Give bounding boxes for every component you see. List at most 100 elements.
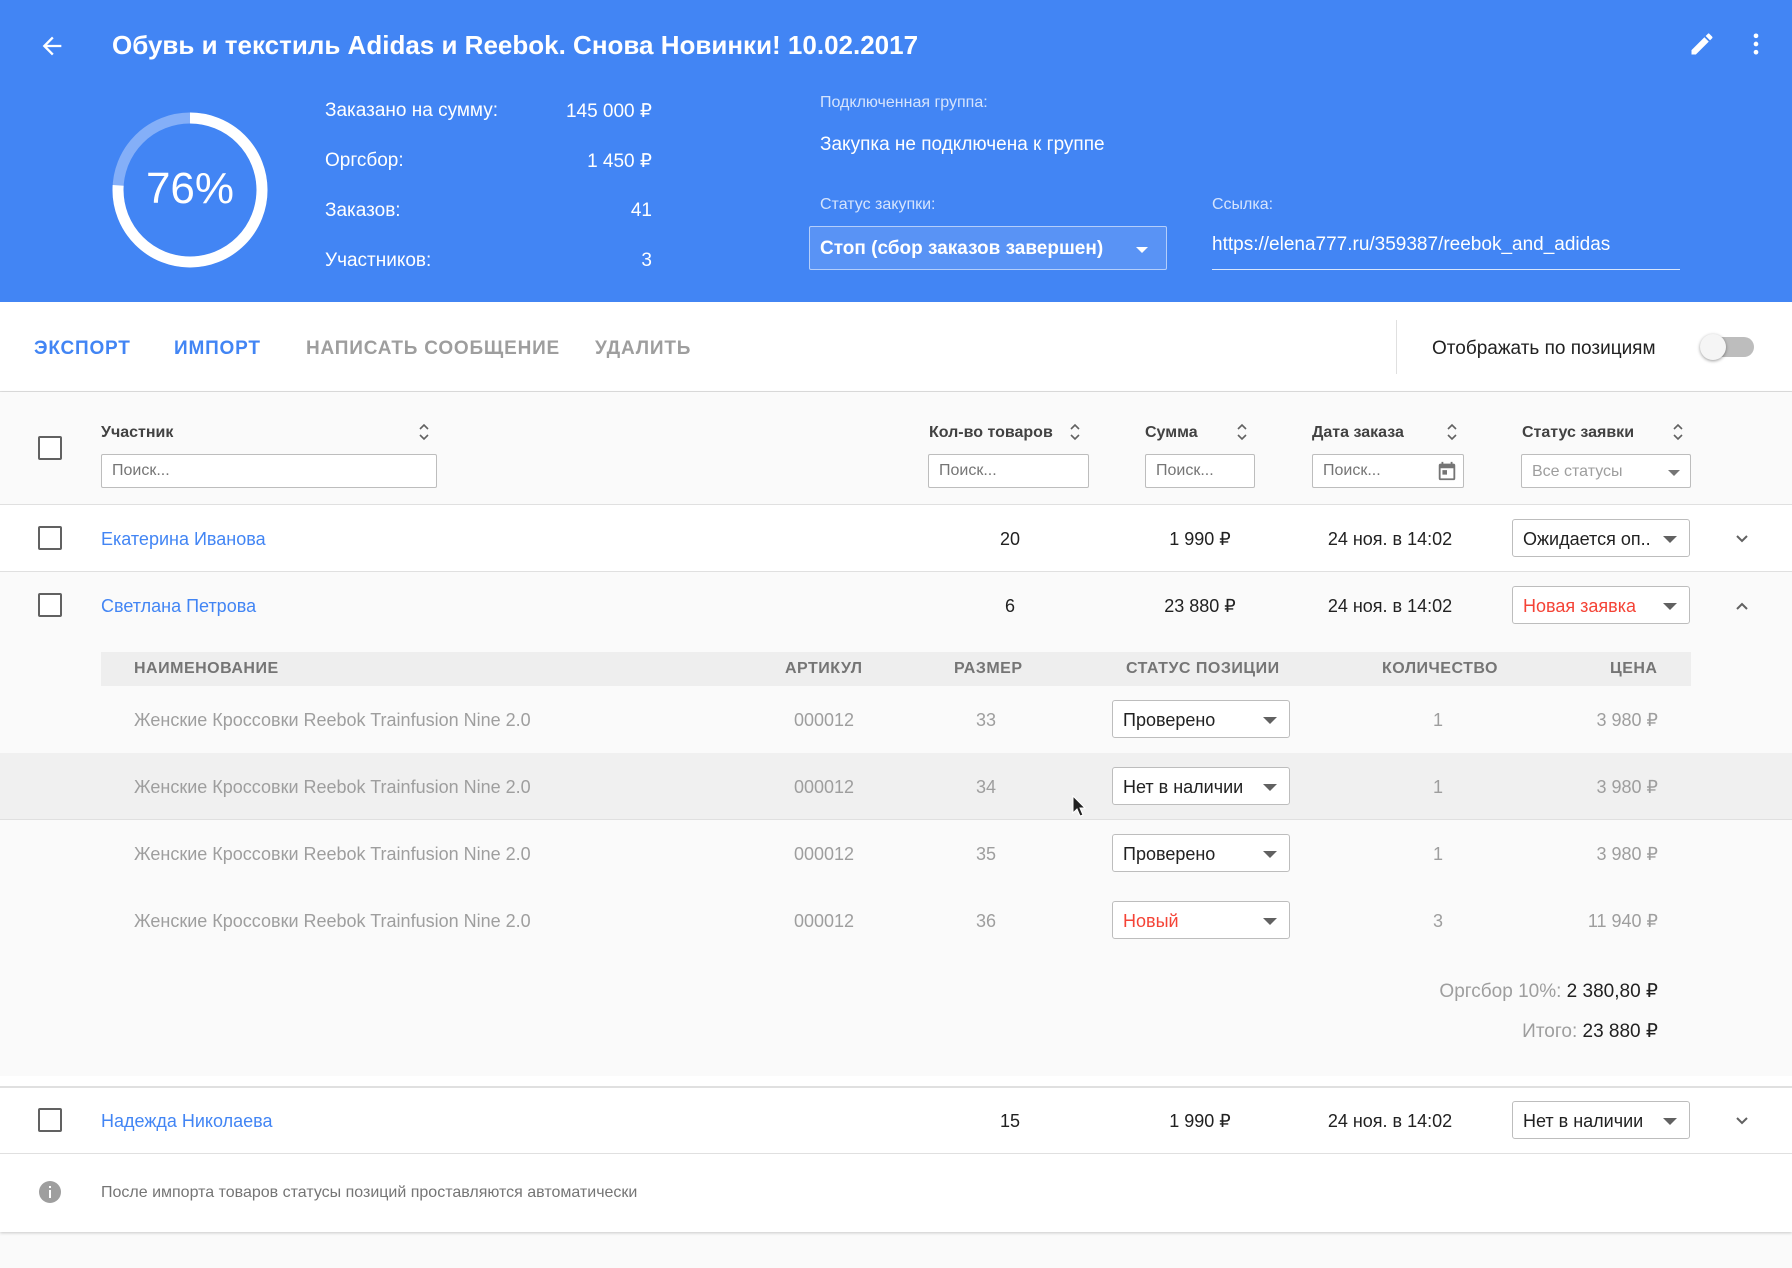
link-caption: Ссылка: [1212,196,1274,213]
chevron-up-icon[interactable] [1730,594,1754,618]
table-row[interactable]: Екатерина Иванова 20 1 990 ₽ 24 ноя. в 1… [0,504,1792,571]
total-value: 23 880 ₽ [1582,1021,1658,1042]
position-size: 36 [975,911,997,931]
write-message-button[interactable]: НАПИСАТЬ СООБЩЕНИЕ [306,338,560,360]
position-row[interactable]: Женские Кроссовки Reebok Trainfusion Nin… [0,686,1792,753]
dropdown-arrow-icon [1263,918,1277,925]
order-status-select[interactable]: Ожидается оп.. [1512,519,1690,557]
sub-header-price: ЦЕНА [1610,660,1658,677]
position-row[interactable]: Женские Кроссовки Reebok Trainfusion Nin… [0,820,1792,887]
dropdown-arrow-icon [1668,470,1680,476]
qty-search-input[interactable] [928,454,1089,488]
position-status-select[interactable]: Проверено [1112,834,1290,872]
chevron-down-icon[interactable] [1730,1109,1754,1133]
sub-header-article: АРТИКУЛ [785,660,863,677]
sort-icon[interactable] [418,422,430,442]
sub-header-status: СТАТУС ПОЗИЦИИ [1126,660,1280,677]
progress-percent: 76% [145,164,235,213]
mouse-cursor-icon [1072,795,1086,817]
stat-value-orders: 41 [630,200,652,221]
order-status-select[interactable]: Новая заявка [1512,586,1690,624]
sort-icon[interactable] [1672,422,1684,442]
position-count: 1 [1432,777,1443,797]
position-price: 11 940 ₽ [1587,911,1658,931]
row-checkbox[interactable] [38,1108,62,1132]
more-vert-icon[interactable] [1742,30,1770,58]
position-price: 3 980 ₽ [1596,710,1659,730]
toggle-knob [1700,334,1726,360]
position-status-select[interactable]: Проверено [1112,700,1290,738]
sum-value: 23 880 ₽ [1164,596,1236,616]
dropdown-arrow-icon [1663,536,1677,543]
dropdown-arrow-icon [1263,717,1277,724]
col-header-date[interactable]: Дата заказа [1312,424,1404,442]
col-header-qty[interactable]: Кол-во товаров [929,424,1053,442]
sub-header-count: КОЛИЧЕСТВО [1382,660,1498,677]
row-checkbox[interactable] [38,526,62,550]
status-caption: Статус закупки: [820,196,936,213]
sum-value: 1 990 ₽ [1169,529,1231,549]
dropdown-arrow-icon [1263,784,1277,791]
position-status-select[interactable]: Нет в наличии [1112,767,1290,805]
total-label: Итого: [1522,1021,1578,1042]
sort-icon[interactable] [1236,422,1248,442]
stat-value-sum: 145 000 ₽ [565,101,652,122]
position-name: Женские Кроссовки Reebok Trainfusion Nin… [134,710,531,730]
col-header-status[interactable]: Статус заявки [1522,424,1634,442]
fee-value: 2 380,80 ₽ [1566,981,1658,1002]
position-price: 3 980 ₽ [1596,777,1659,797]
position-name: Женские Кроссовки Reebok Trainfusion Nin… [134,777,531,797]
status-filter-select[interactable]: Все статусы [1521,454,1691,488]
dropdown-arrow-icon [1663,603,1677,610]
table-row[interactable]: Надежда Николаева 15 1 990 ₽ 24 ноя. в 1… [0,1086,1792,1153]
purchase-header: Обувь и текстиль Adidas и Reebok. Снова … [0,0,1792,302]
toggle-label: Отображать по позициям [1432,338,1656,359]
link-field[interactable]: https://elena777.ru/359387/reebok_and_ad… [1212,234,1680,270]
position-status-select[interactable]: Новый [1112,901,1290,939]
order-status-select[interactable]: Нет в наличии [1512,1101,1690,1139]
purchase-status-value: Стоп (сбор заказов завершен) [820,238,1104,259]
import-button[interactable]: ИМПОРТ [174,338,261,360]
position-status-value: Проверено [1123,844,1216,864]
fee-summary: Оргсбор 10%: 2 380,80 ₽ [1100,980,1658,1003]
sub-header-name: НАИМЕНОВАНИЕ [134,660,279,677]
select-all-checkbox[interactable] [38,436,62,460]
position-size: 35 [975,844,997,864]
position-count: 1 [1432,710,1443,730]
stat-label-orders: Заказов: [325,200,401,221]
total-summary: Итого: 23 880 ₽ [1100,1020,1658,1043]
order-status-value: Нет в наличии [1523,1111,1644,1131]
export-button[interactable]: ЭКСПОРТ [34,338,131,360]
participant-name[interactable]: Надежда Николаева [101,1111,273,1132]
position-status-value: Проверено [1123,710,1216,730]
page-title: Обувь и текстиль Adidas и Reebok. Снова … [112,30,919,60]
position-article: 000012 [793,911,855,931]
back-arrow-icon[interactable] [38,32,66,60]
table-row[interactable]: Светлана Петрова 6 23 880 ₽ 24 ноя. в 14… [0,571,1792,1076]
col-header-sum[interactable]: Сумма [1145,424,1198,442]
stat-value-participants: 3 [641,250,652,271]
calendar-icon[interactable] [1436,460,1458,482]
sum-search-input[interactable] [1145,454,1255,488]
participant-search-input[interactable] [101,454,437,488]
positions-toggle[interactable] [1700,334,1754,360]
sort-icon[interactable] [1446,422,1458,442]
col-header-participant[interactable]: Участник [101,424,173,442]
position-size: 33 [975,710,997,730]
participant-name[interactable]: Светлана Петрова [101,596,256,617]
table-footer: После импорта товаров статусы позиций пр… [0,1153,1792,1232]
sub-header-size: РАЗМЕР [954,660,1023,677]
row-checkbox[interactable] [38,593,62,617]
delete-button[interactable]: УДАЛИТЬ [595,338,691,360]
participant-name[interactable]: Екатерина Иванова [101,529,266,550]
position-row[interactable]: Женские Кроссовки Reebok Trainfusion Nin… [0,753,1792,820]
chevron-down-icon[interactable] [1730,527,1754,551]
position-row[interactable]: Женские Кроссовки Reebok Trainfusion Nin… [0,887,1792,954]
position-article: 000012 [793,777,855,797]
date-value: 24 ноя. в 14:02 [1327,1111,1453,1131]
purchase-status-select[interactable]: Стоп (сбор заказов завершен) [809,226,1167,270]
edit-pencil-icon[interactable] [1688,30,1716,58]
date-value: 24 ноя. в 14:02 [1327,529,1453,549]
position-status-value: Новый [1123,911,1179,931]
sort-icon[interactable] [1069,422,1081,442]
